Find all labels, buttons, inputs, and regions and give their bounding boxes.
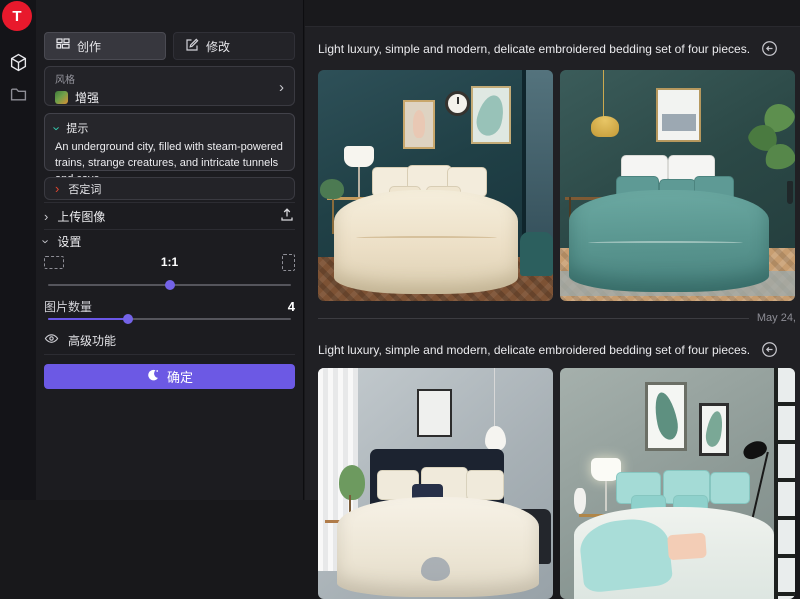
window	[774, 368, 795, 599]
aspect-ratio-row: 1:1	[44, 253, 295, 271]
collage-grid-icon	[56, 38, 70, 55]
picture-frame	[403, 100, 436, 149]
bed-duvet	[334, 190, 517, 294]
bedding-photo-white	[318, 368, 553, 599]
style-card[interactable]: 风格 增强 ›	[44, 66, 295, 106]
date-label: May 24,	[757, 312, 796, 324]
armchair	[520, 232, 553, 276]
confirm-button[interactable]: 确定	[44, 364, 295, 389]
edit-icon	[185, 38, 199, 55]
generated-image-2[interactable]	[560, 70, 795, 301]
picture-frame	[471, 86, 511, 144]
settings-header[interactable]: › 设置	[44, 233, 295, 249]
generation-panel: 创作 修改 风格 增强 › › 提示 An underground city, …	[36, 0, 304, 500]
chevron-right-icon: ›	[279, 80, 284, 95]
reuse-prompt-icon[interactable]	[761, 341, 778, 358]
bedding-photo-cream	[318, 70, 553, 301]
slider-thumb[interactable]	[165, 280, 175, 290]
picture-frame	[656, 88, 701, 141]
negative-words-label: 否定词	[68, 181, 101, 197]
vase	[574, 488, 586, 513]
result-prompt-row: Light luxury, simple and modern, delicat…	[318, 341, 792, 358]
results-area: Light luxury, simple and modern, delicat…	[305, 0, 800, 500]
image-count-row: 图片数量 4	[44, 298, 295, 314]
plant	[339, 465, 365, 500]
chevron-right-icon: ›	[44, 210, 48, 223]
negative-words-card[interactable]: › 否定词	[44, 177, 295, 200]
bedding-photo-teal	[560, 70, 795, 301]
result-prompt-text: Light luxury, simple and modern, delicat…	[318, 42, 750, 56]
generated-image-4[interactable]	[560, 368, 795, 599]
picture-frame	[699, 403, 730, 456]
bedding-photo-aqua	[560, 368, 795, 599]
advanced-features-row[interactable]: 高级功能	[44, 331, 295, 349]
accent-pillow	[667, 533, 706, 561]
divider	[44, 202, 295, 203]
folder-icon	[10, 86, 27, 103]
chevron-right-icon: ›	[55, 182, 59, 195]
pillow	[710, 472, 750, 504]
generated-image-3[interactable]	[318, 368, 553, 599]
image-count-value: 4	[288, 299, 295, 314]
image-count-label: 图片数量	[44, 298, 92, 315]
slider-thumb[interactable]	[123, 314, 133, 324]
reuse-prompt-icon[interactable]	[761, 40, 778, 57]
divider	[44, 229, 295, 230]
picture-frame	[645, 382, 687, 451]
mode-tabs: 创作 修改	[44, 32, 295, 60]
main-header	[305, 0, 800, 27]
chevron-down-icon: ›	[51, 126, 64, 130]
sidebar-item-models[interactable]	[0, 48, 36, 76]
style-label: 风格	[55, 71, 284, 86]
upload-icon[interactable]	[279, 207, 295, 226]
result-images-row	[318, 70, 795, 301]
result-prompt-row: Light luxury, simple and modern, delicat…	[318, 40, 792, 57]
chevron-down-icon: ›	[40, 239, 53, 243]
advanced-features-label: 高级功能	[68, 332, 116, 349]
settings-label: 设置	[57, 233, 81, 250]
crescent-moon-icon	[146, 368, 160, 385]
sidebar-item-files[interactable]	[0, 80, 36, 108]
plant	[743, 102, 795, 206]
prompt-card[interactable]: › 提示 An underground city, filled with st…	[44, 113, 295, 171]
style-thumbnail	[55, 91, 68, 104]
prompt-label: 提示	[66, 120, 88, 136]
date-divider: May 24,	[318, 311, 796, 325]
divider	[44, 354, 295, 355]
pendant-lamp	[485, 426, 506, 451]
pendant-lamp	[591, 116, 619, 137]
result-images-row	[318, 368, 795, 599]
image-count-slider[interactable]	[48, 314, 291, 324]
tab-modify-label: 修改	[206, 38, 230, 55]
result-prompt-text: Light luxury, simple and modern, delicat…	[318, 343, 750, 357]
aspect-ratio-value: 1:1	[44, 255, 295, 269]
pillow	[466, 470, 504, 500]
tab-create[interactable]: 创作	[44, 32, 166, 60]
generated-image-1[interactable]	[318, 70, 553, 301]
bed-duvet	[337, 497, 539, 596]
tab-modify[interactable]: 修改	[173, 32, 295, 60]
eye-icon	[44, 331, 59, 349]
style-value: 增强	[75, 89, 99, 106]
app-logo[interactable]: T	[2, 1, 32, 31]
tab-create-label: 创作	[77, 38, 101, 55]
upload-image-row[interactable]: › 上传图像	[44, 206, 295, 226]
wall-clock	[445, 91, 470, 116]
plant	[320, 179, 344, 200]
table-lamp	[344, 146, 375, 167]
upload-image-label: 上传图像	[57, 208, 105, 225]
window	[522, 70, 553, 255]
confirm-button-label: 确定	[167, 367, 193, 386]
left-rail: T	[0, 0, 36, 500]
picture-frame	[417, 389, 452, 438]
aspect-ratio-slider[interactable]	[48, 280, 291, 290]
cube-icon	[9, 53, 28, 72]
